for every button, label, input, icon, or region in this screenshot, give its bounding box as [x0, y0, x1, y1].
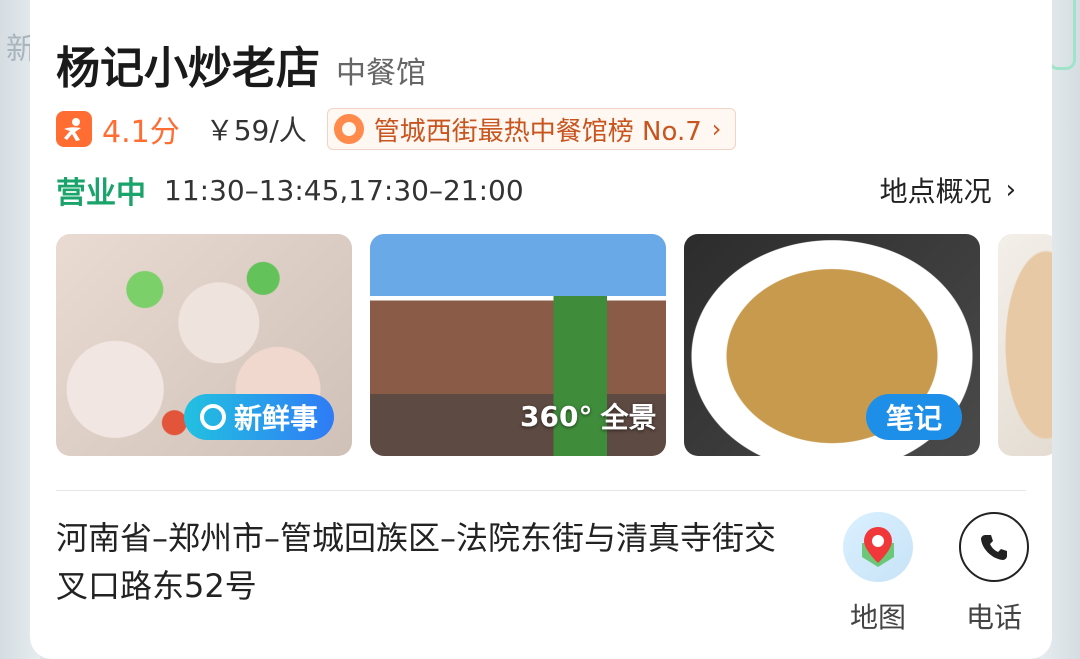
phone-icon	[959, 512, 1029, 582]
rank-badge-icon	[333, 114, 364, 144]
photo-street-panorama[interactable]: 360° 全景	[370, 234, 666, 456]
open-status: 营业中	[56, 176, 146, 211]
photo-carousel[interactable]: 新鲜事 360° 全景 笔记	[56, 234, 1052, 456]
photo-dish-squid[interactable]: 新鲜事	[56, 234, 352, 456]
hours-row: 营业中 11:30–13:45,17:30–21:00	[56, 168, 524, 212]
panorama-badge[interactable]: 360° 全景	[520, 396, 656, 436]
chevron-right-icon: ›	[1005, 175, 1016, 205]
ranking-tag[interactable]: 管城西街最热中餐馆榜 No.7 ›	[326, 108, 737, 150]
photo-dish-partial[interactable]	[998, 234, 1052, 456]
map-frame-decoration	[1048, 0, 1076, 70]
poi-detail-card: 杨记小炒老店 中餐馆 4.1分 ￥59/人 管城西街最热中餐馆榜 No.7 › …	[30, 0, 1052, 659]
panorama-360-label: 360°	[520, 399, 593, 433]
rating-row: 4.1分 ￥59/人 管城西街最热中餐馆榜 No.7 ›	[56, 108, 737, 150]
divider	[56, 490, 1026, 491]
ranking-text: 管城西街最热中餐馆榜 No.7	[373, 116, 702, 147]
place-overview-link[interactable]: 地点概况 ›	[880, 170, 1016, 210]
business-hours: 11:30–13:45,17:30–21:00	[164, 173, 524, 207]
panorama-label: 全景	[600, 401, 657, 434]
map-button-label: 地图	[849, 601, 906, 634]
place-overview-label: 地点概况	[879, 175, 992, 208]
fresh-news-icon	[200, 404, 226, 430]
phone-button-label: 电话	[965, 601, 1022, 634]
rating-score: 4.1分	[102, 115, 180, 150]
note-label: 笔记	[885, 402, 942, 435]
title-row: 杨记小炒老店 中餐馆	[56, 32, 426, 96]
fresh-news-label: 新鲜事	[234, 402, 319, 435]
shop-name: 杨记小炒老店	[56, 43, 320, 94]
map-button[interactable]: 地图	[838, 512, 918, 636]
phone-button[interactable]: 电话	[954, 512, 1034, 636]
dianping-icon	[56, 111, 92, 147]
map-pin-icon	[843, 512, 913, 582]
fresh-news-badge[interactable]: 新鲜事	[184, 394, 335, 440]
average-price: ￥59/人	[205, 114, 307, 147]
photo-dish-noodles[interactable]: 笔记	[684, 234, 980, 456]
chevron-right-icon: ›	[711, 115, 722, 143]
address-text[interactable]: 河南省–郑州市–管城回族区–法院东街与清真寺街交叉口路东52号	[56, 514, 796, 610]
shop-category: 中餐馆	[336, 56, 426, 91]
note-badge[interactable]: 笔记	[865, 394, 962, 440]
